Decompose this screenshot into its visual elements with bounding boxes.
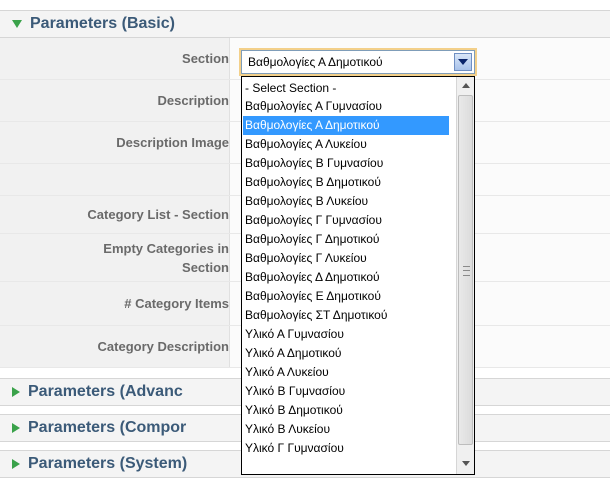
dropdown-option[interactable]: Βαθμολογίες ΣΤ Δημοτικού	[243, 306, 449, 325]
panel-header-basic[interactable]: Parameters (Basic)	[0, 10, 610, 38]
collapsed-arrow-icon	[12, 423, 20, 433]
dropdown-option[interactable]: Βαθμολογίες Β Γυμνασίου	[243, 154, 449, 173]
dropdown-option[interactable]: Βαθμολογίες Δ Δημοτικού	[243, 268, 449, 287]
section-select[interactable]: Βαθμολογίες Α Δημοτικού	[241, 50, 475, 74]
label-spacer	[0, 164, 230, 195]
collapsed-arrow-icon	[12, 387, 20, 397]
chevron-down-icon	[461, 461, 470, 466]
dropdown-option[interactable]: Βαθμολογίες Ε Δημοτικού	[243, 287, 449, 306]
collapsed-arrow-icon	[12, 459, 20, 469]
scroll-down-button[interactable]	[457, 455, 474, 472]
label-empty-categories: Empty Categories in Section	[0, 234, 230, 281]
scrollbar-thumb[interactable]	[458, 95, 473, 445]
dropdown-option[interactable]: Υλικό Β Γυμνασίου	[243, 382, 449, 401]
dropdown-option[interactable]: Βαθμολογίες Γ Λυκείου	[243, 249, 449, 268]
dropdown-option[interactable]: Υλικό Β Δημοτικού	[243, 401, 449, 420]
chevron-up-icon	[461, 83, 470, 88]
scroll-up-button[interactable]	[457, 77, 474, 94]
dropdown-option[interactable]: Υλικό Α Γυμνασίου	[243, 325, 449, 344]
chevron-down-icon	[458, 59, 468, 65]
dropdown-option[interactable]: Υλικό Α Λυκείου	[243, 363, 449, 382]
dropdown-option[interactable]: Βαθμολογίες Β Δημοτικού	[243, 173, 449, 192]
dropdown-option[interactable]: Υλικό Β Λυκείου	[243, 420, 449, 439]
label-category-description: Category Description	[0, 326, 230, 367]
dropdown-option[interactable]: - Select Section -	[243, 79, 449, 98]
section-dropdown-list[interactable]: - Select Section - Βαθμολογίες Α Γυμνασί…	[241, 76, 475, 475]
expanded-arrow-icon	[12, 20, 22, 28]
dropdown-option-selected[interactable]: Βαθμολογίες Α Δημοτικού	[243, 116, 449, 135]
dropdown-arrow-button[interactable]	[454, 53, 472, 71]
label-category-items: # Category Items	[0, 282, 230, 325]
panel-title-basic: Parameters (Basic)	[30, 15, 175, 32]
dropdown-option[interactable]: Βαθμολογίες Γ Δημοτικού	[243, 230, 449, 249]
dropdown-scrollbar[interactable]	[456, 77, 474, 474]
panel-title-component: Parameters (Compor	[28, 419, 187, 436]
dropdown-option[interactable]: Βαθμολογίες Β Λυκείου	[243, 192, 449, 211]
dropdown-option[interactable]: Βαθμολογίες Γ Γυμνασίου	[243, 211, 449, 230]
dropdown-option[interactable]: Βαθμολογίες Α Γυμνασίου	[243, 97, 449, 116]
label-section: Section	[0, 38, 230, 79]
label-description: Description	[0, 80, 230, 121]
dropdown-option[interactable]: Υλικό Α Δημοτικού	[243, 344, 449, 363]
label-category-list-section: Category List - Section	[0, 196, 230, 233]
panel-title-system: Parameters (System)	[28, 455, 188, 472]
dropdown-option[interactable]: Υλικό Γ Γυμνασίου	[243, 439, 449, 458]
label-description-image: Description Image	[0, 122, 230, 163]
dropdown-option[interactable]: Βαθμολογίες Α Λυκείου	[243, 135, 449, 154]
section-select-value: Βαθμολογίες Α Δημοτικού	[248, 55, 383, 69]
grip-icon	[463, 266, 470, 276]
panel-title-advanced: Parameters (Advanc	[28, 383, 183, 400]
